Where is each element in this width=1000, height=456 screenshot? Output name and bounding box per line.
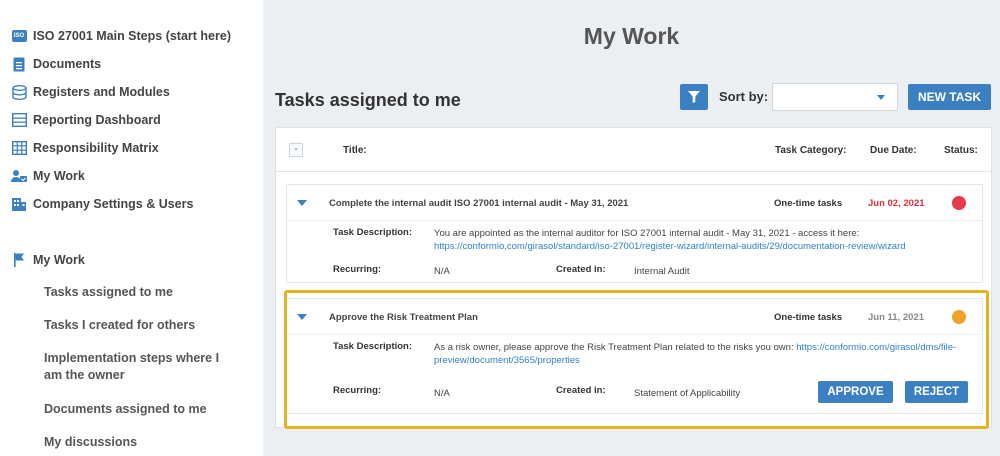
task-description-link[interactable]: https://conformio.com/girasol/dms/file- [796,342,956,353]
nav-reporting-dashboard[interactable]: Reporting Dashboard [11,110,161,130]
created-in-value: Internal Audit [634,266,690,277]
expand-triangle-icon[interactable] [297,200,307,206]
recurring-label: Recurring: [333,385,382,396]
section-title: Tasks assigned to me [275,90,461,110]
nav-label: Responsibility Matrix [33,141,159,155]
col-status: Status: [944,145,978,156]
task-description-link-cont[interactable]: preview/document/3565/properties [434,355,580,366]
task-row: Approve the Risk Treatment Plan One-time… [286,298,983,414]
new-task-button[interactable]: NEW TASK [908,84,991,110]
task-due-date: Jun 02, 2021 [868,198,925,209]
nav-label: Company Settings & Users [33,197,194,211]
main-content: My Work Tasks assigned to me Sort by: NE… [263,0,1000,456]
sort-label: Sort by: [719,89,769,104]
section-label: My Work [33,253,85,267]
task-description-link[interactable]: https://conformio.com/girasol/standard/i… [434,241,906,252]
database-icon [11,84,27,100]
col-title: Title: [343,145,367,156]
nav-label: Documents [33,57,102,71]
sub-item-documents-assigned[interactable]: Documents assigned to me [44,401,234,418]
grid-icon [11,140,27,156]
status-dot-orange [952,310,966,324]
nav-label: Registers and Modules [33,85,170,99]
task-category: One-time tasks [774,312,843,323]
sidebar: ISO ISO 27001 Main Steps (start here) Do… [0,0,263,456]
nav-documents[interactable]: Documents [11,54,101,74]
user-check-icon [11,168,27,184]
col-due-date: Due Date: [870,145,917,156]
nav-label: ISO 27001 Main Steps (start here) [33,29,231,43]
task-description: You are appointed as the internal audito… [434,227,974,253]
task-due-date: Jun 11, 2021 [868,312,924,323]
reject-button[interactable]: REJECT [905,381,968,403]
task-description: As a risk owner, please approve the Risk… [434,341,974,367]
col-category: Task Category: [775,145,847,156]
approve-button[interactable]: APPROVE [818,381,893,403]
sub-item-tasks-created[interactable]: Tasks I created for others [44,317,234,334]
task-description-label: Task Description: [333,227,413,238]
iso-badge-icon: ISO [11,28,27,44]
list-icon [11,112,27,128]
filter-button[interactable] [680,84,708,110]
recurring-value: N/A [434,266,450,277]
expand-triangle-icon[interactable] [297,314,307,320]
status-dot-red [952,196,966,210]
table-header: - Title: Task Category: Due Date: Status… [276,128,991,172]
collapse-all-button[interactable]: - [289,143,303,157]
created-in-label: Created in: [556,264,606,275]
task-title: Complete the internal audit ISO 27001 in… [329,198,629,209]
nav-company-settings[interactable]: Company Settings & Users [11,194,193,214]
nav-my-work[interactable]: My Work [11,166,85,186]
created-in-label: Created in: [556,385,606,396]
nav-label: Reporting Dashboard [33,113,161,127]
chevron-down-icon [877,95,885,100]
sub-item-tasks-assigned[interactable]: Tasks assigned to me [44,284,234,301]
task-description-text: As a risk owner, please approve the Risk… [434,342,794,353]
nav-registers[interactable]: Registers and Modules [11,82,170,102]
sub-item-implementation-steps[interactable]: Implementation steps where I am the owne… [44,350,234,384]
task-category: One-time tasks [774,198,843,209]
filter-icon [688,91,700,103]
tasks-panel: - Title: Task Category: Due Date: Status… [275,127,992,428]
task-title: Approve the Risk Treatment Plan [329,312,478,323]
task-description-label: Task Description: [333,341,413,352]
task-description-text: You are appointed as the internal audito… [434,228,860,239]
flag-icon [11,252,27,268]
sub-item-my-discussions[interactable]: My discussions [44,434,234,451]
task-header[interactable]: Complete the internal audit ISO 27001 in… [287,185,982,221]
building-icon [11,196,27,212]
recurring-label: Recurring: [333,264,382,275]
nav-label: My Work [33,169,85,183]
task-header[interactable]: Approve the Risk Treatment Plan One-time… [287,299,982,335]
sort-select[interactable] [772,83,898,111]
created-in-value: Statement of Applicability [634,388,741,399]
page-title: My Work [583,23,680,49]
recurring-value: N/A [434,388,450,399]
nav-responsibility-matrix[interactable]: Responsibility Matrix [11,138,159,158]
document-icon [11,56,27,72]
task-row: Complete the internal audit ISO 27001 in… [286,184,983,283]
nav-iso-main-steps[interactable]: ISO ISO 27001 Main Steps (start here) [11,26,231,46]
section-my-work[interactable]: My Work [11,250,85,270]
